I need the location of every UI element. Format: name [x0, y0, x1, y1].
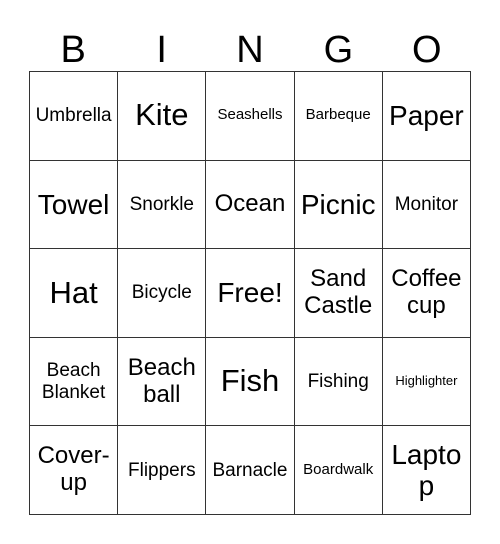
bingo-cell-label: Fish	[220, 363, 280, 399]
bingo-cell-label: Beach ball	[127, 353, 196, 408]
bingo-cell-label: Kite	[135, 97, 189, 133]
bingo-cell-label: Barnacle	[212, 459, 288, 481]
bingo-cell-label: Free!	[217, 277, 283, 309]
bingo-cell[interactable]: Ocean	[206, 160, 295, 250]
bingo-cell[interactable]: Hat	[30, 249, 119, 338]
bingo-cell[interactable]: Sand Castle	[294, 249, 383, 338]
bingo-card: B I N G O Umbrella Kite Seashells Barbeque P…	[29, 22, 471, 515]
bingo-cell[interactable]: Laptop	[382, 426, 471, 515]
bingo-cell[interactable]: Cover-up	[30, 426, 119, 515]
bingo-cell[interactable]: Snorkle	[118, 160, 207, 250]
bingo-cell-label: Hat	[49, 274, 98, 310]
bingo-cell-label: Coffee cup	[391, 265, 462, 319]
bingo-cell[interactable]: Flippers	[118, 426, 207, 515]
bingo-header-letter-b: B	[60, 29, 86, 71]
bingo-header-letter-g: G	[323, 29, 354, 71]
bingo-cell[interactable]: Monitor	[382, 160, 471, 250]
bingo-cell-label: Ocean	[214, 189, 286, 217]
bingo-cell[interactable]: Kite	[118, 72, 207, 161]
bingo-cell-label: Seashells	[217, 106, 283, 124]
bingo-cell[interactable]: Fishing	[294, 337, 383, 427]
bingo-cell-label: Boardwalk	[303, 460, 374, 478]
bingo-cell[interactable]: Barbeque	[294, 72, 383, 161]
bingo-cell-label: Beach Blanket	[41, 360, 106, 403]
bingo-cell[interactable]: Fish	[206, 337, 295, 427]
bingo-cell[interactable]: Paper	[382, 72, 471, 161]
bingo-cell-label: Cover-up	[37, 442, 110, 497]
bingo-cell-label: Towel	[37, 188, 110, 220]
bingo-cell-label: Snorkle	[129, 193, 194, 215]
bingo-cell-label: Picnic	[300, 188, 376, 220]
bingo-cell-label: Bicycle	[131, 282, 192, 304]
bingo-header-letter-o: O	[412, 29, 442, 71]
bingo-cell-label: Highlighter	[395, 373, 458, 389]
bingo-header-row: B I N G O	[29, 22, 471, 71]
bingo-cell[interactable]: Seashells	[206, 72, 295, 161]
bingo-cell-label: Paper	[389, 100, 464, 132]
bingo-cell-label: Flippers	[128, 459, 196, 481]
bingo-cell[interactable]: Bicycle	[118, 249, 207, 338]
bingo-cell[interactable]: Coffee cup	[382, 249, 471, 338]
bingo-cell-label: Monitor	[394, 193, 459, 215]
bingo-header-letter-n: N	[236, 29, 264, 71]
bingo-cell-label: Umbrella	[35, 105, 112, 127]
bingo-cell[interactable]: Boardwalk	[294, 426, 383, 515]
bingo-cell[interactable]: Free!	[206, 249, 295, 338]
bingo-cell[interactable]: Umbrella	[30, 72, 119, 161]
bingo-cell[interactable]: Beach Blanket	[30, 337, 119, 427]
bingo-cell-label: Sand Castle	[304, 265, 373, 319]
bingo-cell[interactable]: Towel	[30, 160, 119, 250]
bingo-cell[interactable]: Highlighter	[382, 337, 471, 427]
bingo-cell-label: Barbeque	[305, 106, 371, 124]
bingo-cell[interactable]: Picnic	[294, 160, 383, 250]
bingo-cell[interactable]: Beach ball	[118, 337, 207, 427]
bingo-cell[interactable]: Barnacle	[206, 426, 295, 515]
bingo-grid: Umbrella Kite Seashells Barbeque Paper Towel S…	[29, 71, 471, 515]
bingo-cell-label: Fishing	[307, 370, 369, 392]
bingo-header-letter-i: I	[156, 29, 167, 71]
bingo-cell-label: Laptop	[391, 438, 462, 502]
